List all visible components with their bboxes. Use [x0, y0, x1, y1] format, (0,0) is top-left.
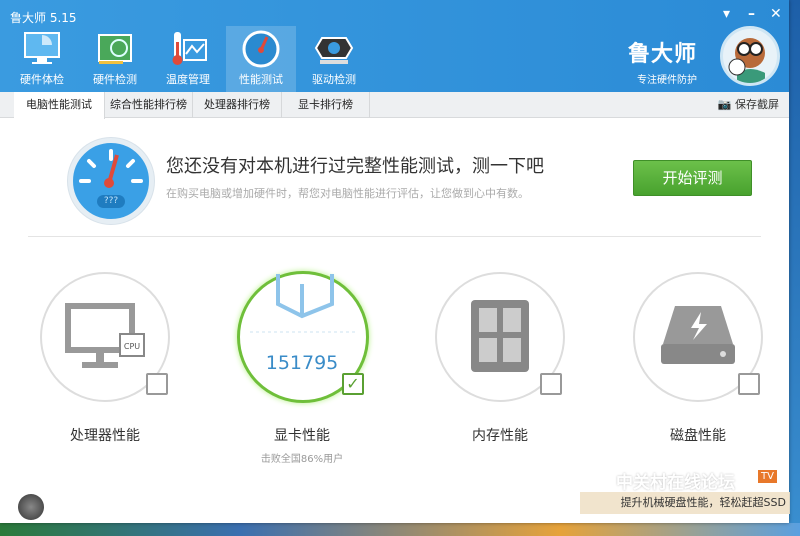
gpu-checkbox[interactable]: ✓: [342, 373, 364, 395]
gpu-rank: 击败全国86%用户: [260, 454, 344, 465]
memory-checkbox[interactable]: [540, 373, 562, 395]
taskbar: [0, 523, 800, 536]
minimize-button[interactable]: –: [748, 6, 755, 22]
start-test-button[interactable]: 开始评测: [633, 160, 752, 196]
monitor-radar-icon: [24, 32, 60, 64]
menu-icon[interactable]: ▾: [723, 6, 730, 22]
nav-label: 硬件检测: [93, 73, 137, 86]
tab-overall-ranking[interactable]: 综合性能排行榜: [105, 92, 193, 118]
save-screenshot-button[interactable]: 📷 保存截屏: [718, 92, 779, 118]
close-button[interactable]: ✕: [770, 6, 782, 22]
gpu-score: 151795: [265, 352, 339, 374]
nav-label: 温度管理: [166, 73, 210, 86]
nav-label: 驱动检测: [312, 73, 356, 86]
mascot-avatar[interactable]: [720, 26, 780, 86]
gauge-icon: ???: [68, 138, 154, 224]
gear-box-icon: [314, 37, 354, 64]
nav-label: 硬件体检: [20, 73, 64, 86]
mascot-mini-icon[interactable]: [18, 494, 44, 520]
brand-slogan: 专注硬件防护: [637, 75, 697, 86]
circuit-board-icon: [98, 34, 132, 64]
nav-driver-detect[interactable]: 驱动检测: [299, 26, 369, 92]
memory-label: 内存性能: [472, 428, 528, 444]
banner-title: 您还没有对本机进行过完整性能测试，测一下吧: [166, 156, 544, 177]
nav-label: 性能测试: [239, 73, 283, 86]
banner-subtitle: 在购买电脑或增加硬件时，帮您对电脑性能进行评估，让您做到心中有数。: [166, 187, 529, 200]
tab-gpu-ranking[interactable]: 显卡排行榜: [282, 92, 370, 118]
save-screenshot-label: 保存截屏: [735, 98, 779, 111]
divider: [28, 236, 761, 237]
watermark: 中关村在线论坛: [616, 473, 735, 493]
nav-hardware-detect[interactable]: 硬件检测: [80, 26, 150, 92]
tab-cpu-ranking[interactable]: 处理器排行榜: [193, 92, 282, 118]
gpu-label: 显卡性能: [274, 428, 330, 444]
gauge-label: ???: [97, 195, 125, 208]
app-window: 鲁大师 5.15 ▾ – ✕ 硬件体检 硬件检测 温度管理 性能测试 驱动检测 …: [0, 0, 790, 523]
ad-text: 提升机械硬盘性能，轻松赶超SSD: [580, 492, 790, 514]
brand: 鲁大师 专注硬件防护: [628, 36, 697, 86]
window-title: 鲁大师 5.15: [10, 11, 77, 25]
cpu-label: 处理器性能: [70, 428, 140, 444]
sub-tab-bar: 电脑性能测试 综合性能排行榜 处理器排行榜 显卡排行榜 📷 保存截屏: [0, 92, 789, 119]
nav-hardware-check[interactable]: 硬件体检: [7, 26, 77, 92]
thermometer-icon: [172, 32, 207, 65]
cpu-checkbox[interactable]: [146, 373, 168, 395]
camera-icon: 📷: [717, 98, 732, 111]
speedometer-icon: [242, 30, 280, 68]
watermark-badge: TV: [758, 470, 777, 483]
nav-temperature[interactable]: 温度管理: [153, 26, 223, 92]
svg-text:CPU: CPU: [124, 342, 140, 351]
disk-checkbox[interactable]: [738, 373, 760, 395]
nav-performance-test[interactable]: 性能测试: [226, 26, 296, 92]
ad-banner[interactable]: 提升机械硬盘性能，轻松赶超SSD 中关村在线论坛 TV: [578, 468, 790, 520]
tab-pc-performance[interactable]: 电脑性能测试: [14, 92, 105, 119]
header: 鲁大师 5.15 ▾ – ✕ 硬件体检 硬件检测 温度管理 性能测试 驱动检测 …: [0, 0, 789, 92]
disk-label: 磁盘性能: [670, 428, 726, 444]
brand-name: 鲁大师: [627, 42, 697, 67]
